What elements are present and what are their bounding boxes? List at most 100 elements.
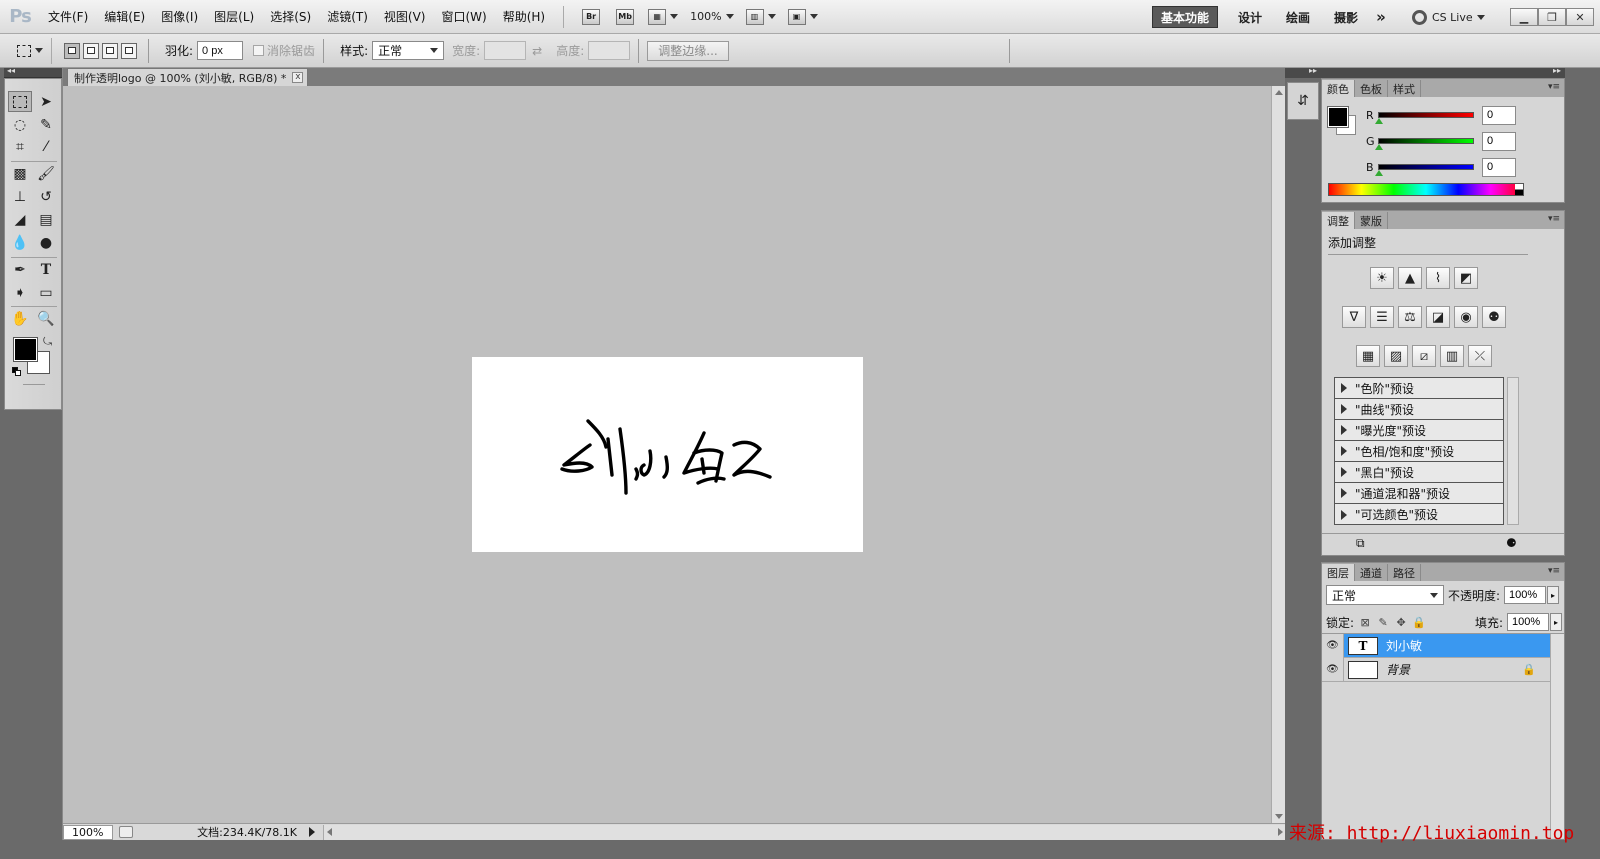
eye-icon[interactable]: 👁 <box>1322 657 1344 682</box>
preset-black-white[interactable]: "黑白"预设 <box>1335 462 1503 483</box>
swap-colors-icon[interactable]: ⤿ <box>43 335 52 349</box>
tab-layers[interactable]: 图层 <box>1322 564 1355 581</box>
slider-thumb-icon[interactable] <box>1375 170 1383 176</box>
hue-saturation-icon[interactable]: ☰ <box>1370 306 1394 328</box>
workspace-more[interactable]: » <box>1372 6 1390 28</box>
scroll-down-icon[interactable] <box>1275 814 1283 819</box>
fill-slider-button[interactable]: ▸ <box>1550 613 1562 631</box>
tab-masks[interactable]: 蒙版 <box>1355 212 1388 229</box>
refine-edge-button[interactable]: 调整边缘... <box>647 40 729 61</box>
channel-mixer-icon[interactable]: ⚉ <box>1482 306 1506 328</box>
rectangle-tool[interactable]: ▭ <box>34 282 58 303</box>
default-colors-icon[interactable] <box>12 367 21 376</box>
brush-tool[interactable]: 🖌 <box>34 163 58 184</box>
scroll-right-icon[interactable] <box>1278 827 1283 836</box>
blue-value-input[interactable] <box>1482 157 1516 177</box>
quick-mask-button[interactable] <box>23 384 45 400</box>
fill-input[interactable] <box>1507 613 1549 631</box>
menu-layer[interactable]: 图层(L) <box>206 0 262 34</box>
preset-curves[interactable]: "曲线"预设 <box>1335 399 1503 420</box>
workspace-essentials[interactable]: 基本功能 <box>1152 6 1218 28</box>
tab-swatches[interactable]: 色板 <box>1355 80 1388 97</box>
layers-scrollbar[interactable] <box>1550 634 1564 838</box>
workspace-design[interactable]: 设计 <box>1234 6 1266 28</box>
zoom-level-dropdown[interactable]: 100% <box>690 6 734 28</box>
menu-help[interactable]: 帮助(H) <box>495 0 553 34</box>
photo-filter-icon[interactable]: ◉ <box>1454 306 1478 328</box>
status-info-icon[interactable] <box>119 826 133 838</box>
bridge-button[interactable]: Br <box>580 6 602 28</box>
eye-icon[interactable]: 👁 <box>1322 633 1344 658</box>
workspace-painting[interactable]: 绘画 <box>1282 6 1314 28</box>
dodge-tool[interactable]: ● <box>34 232 58 253</box>
tool-preset-picker[interactable] <box>8 37 52 64</box>
preset-levels[interactable]: "色阶"预设 <box>1335 378 1503 399</box>
minimize-button[interactable]: ▁ <box>1510 8 1538 26</box>
opacity-slider-button[interactable]: ▸ <box>1547 586 1560 604</box>
color-spectrum-bar[interactable] <box>1328 183 1524 196</box>
green-slider[interactable] <box>1375 138 1474 150</box>
brightness-contrast-icon[interactable]: ☀ <box>1370 267 1394 289</box>
status-menu-icon[interactable] <box>309 827 315 837</box>
gradient-map-icon[interactable]: ▥ <box>1440 345 1464 367</box>
clone-stamp-tool[interactable]: ⊥ <box>8 186 32 207</box>
scroll-left-icon[interactable] <box>327 827 332 836</box>
blur-tool[interactable]: 💧 <box>8 232 32 253</box>
vertical-scrollbar[interactable] <box>1271 86 1286 823</box>
close-button[interactable]: ✕ <box>1566 8 1594 26</box>
opacity-input[interactable] <box>1504 586 1547 604</box>
new-selection-button[interactable] <box>64 42 80 59</box>
swap-dimensions-icon[interactable]: ⇄ <box>532 44 542 58</box>
mini-bridge-button[interactable]: Mb <box>614 6 636 28</box>
slider-thumb-icon[interactable] <box>1375 118 1383 124</box>
pen-tool[interactable]: ✒ <box>8 259 32 280</box>
layer-row-background[interactable]: 👁 背景 🔒 <box>1322 657 1564 682</box>
scroll-up-icon[interactable] <box>1275 90 1283 95</box>
canvas-area[interactable] <box>63 86 1271 823</box>
style-select[interactable]: 正常 <box>372 41 445 60</box>
screen-mode-button[interactable]: ▣ <box>787 6 818 28</box>
levels-icon[interactable]: ▲ <box>1398 267 1422 289</box>
menu-window[interactable]: 窗口(W) <box>433 0 494 34</box>
clip-to-layer-icon[interactable]: ⚈ <box>1506 536 1517 550</box>
horizontal-scrollbar[interactable] <box>323 824 1286 840</box>
close-icon[interactable]: x <box>292 72 304 83</box>
preset-channel-mixer[interactable]: "通道混和器"预设 <box>1335 483 1503 504</box>
menu-view[interactable]: 视图(V) <box>376 0 434 34</box>
foreground-color-swatch[interactable] <box>13 337 38 362</box>
menu-filter[interactable]: 滤镜(T) <box>319 0 376 34</box>
restore-button[interactable]: ❐ <box>1538 8 1566 26</box>
history-panel-button[interactable]: ⇵ <box>1287 82 1319 120</box>
return-to-list-icon[interactable]: ⧉ <box>1356 536 1365 551</box>
color-foreground-swatch[interactable] <box>1327 106 1349 128</box>
add-selection-button[interactable] <box>83 42 99 59</box>
document-tab[interactable]: 制作透明logo @ 100% (刘小敏, RGB/8) * x <box>67 68 309 86</box>
crop-tool[interactable]: ⌗ <box>8 136 32 157</box>
lasso-tool[interactable]: ◌ <box>8 114 32 135</box>
blue-slider[interactable] <box>1375 164 1474 176</box>
eyedropper-tool[interactable]: ⁄ <box>34 136 58 157</box>
lock-position-icon[interactable]: ✥ <box>1394 615 1408 629</box>
black-white-icon[interactable]: ◪ <box>1426 306 1450 328</box>
invert-icon[interactable]: ▦ <box>1356 345 1380 367</box>
menu-edit[interactable]: 编辑(E) <box>96 0 153 34</box>
feather-input[interactable] <box>197 41 244 60</box>
move-tool[interactable]: ➤ <box>34 91 58 112</box>
spot-healing-tool[interactable]: ▩ <box>8 163 32 184</box>
slider-thumb-icon[interactable] <box>1375 144 1383 150</box>
panel-menu-icon[interactable]: ▾≡ <box>1548 82 1560 92</box>
layer-name[interactable]: 背景 <box>1386 661 1410 678</box>
panel-menu-icon[interactable]: ▾≡ <box>1548 566 1560 576</box>
lock-pixels-icon[interactable]: ✎ <box>1376 615 1390 629</box>
rectangular-marquee-tool[interactable] <box>8 91 32 112</box>
image-canvas[interactable] <box>472 357 863 552</box>
antialias-checkbox[interactable]: 消除锯齿 <box>253 42 315 59</box>
menu-file[interactable]: 文件(F) <box>40 0 96 34</box>
type-tool[interactable]: T <box>34 259 58 280</box>
toolbox-header[interactable]: ◂◂ <box>4 66 62 78</box>
eraser-tool[interactable]: ◢ <box>8 209 32 230</box>
lock-transparency-icon[interactable]: ⊠ <box>1358 615 1372 629</box>
lock-all-icon[interactable]: 🔒 <box>1412 615 1426 629</box>
quick-selection-tool[interactable]: ✎ <box>34 114 58 135</box>
subtract-selection-button[interactable] <box>102 42 118 59</box>
